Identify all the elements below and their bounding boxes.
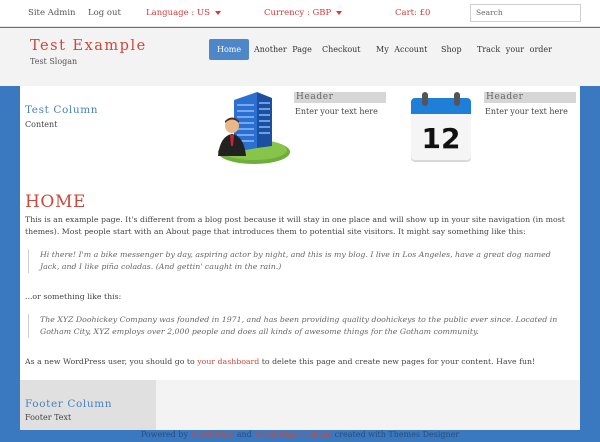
language-selector[interactable]: Language : US xyxy=(146,8,221,18)
top-bar: Site Admin Log out Language : US Currenc… xyxy=(0,0,600,27)
dashboard-link[interactable]: your dashboard xyxy=(197,357,259,366)
footer-column: Footer Column Footer Text xyxy=(20,380,156,430)
sidebar-text: Content xyxy=(25,120,58,129)
feature-1-header: Header xyxy=(294,92,386,103)
powered-by: Powered by WordPress and WordPress Theme… xyxy=(0,430,600,439)
page-outro: As a new WordPress user, you should go t… xyxy=(25,356,570,368)
search-input[interactable]: Search xyxy=(470,4,581,22)
cart-link[interactable]: Cart: £0 xyxy=(395,8,430,18)
log-out-link[interactable]: Log out xyxy=(88,8,121,18)
wordpress-themes-link[interactable]: WordPress Themes xyxy=(254,430,332,439)
nav-item-checkout[interactable]: Checkout xyxy=(322,39,361,60)
page-title: HOME xyxy=(25,192,86,212)
page-or-text: ...or something like this: xyxy=(25,292,122,301)
nav-item-home[interactable]: Home xyxy=(209,39,250,60)
sidebar-title: Test Column xyxy=(25,104,99,116)
language-label: Language : US xyxy=(146,8,210,18)
office-building-icon xyxy=(218,92,290,164)
nav-item-shop[interactable]: Shop xyxy=(441,39,462,60)
feature-2-header: Header xyxy=(484,92,576,103)
currency-selector[interactable]: Currency : GBP xyxy=(264,8,343,18)
feature-2-text: Enter your text here xyxy=(485,107,568,116)
footer-title: Footer Column xyxy=(25,398,113,410)
site-admin-link[interactable]: Site Admin xyxy=(28,8,76,18)
outro-after: to delete this page and create new pages… xyxy=(259,357,536,366)
site-title[interactable]: Test Example xyxy=(30,38,147,54)
powered-suffix: created with Themes Designer xyxy=(332,430,460,439)
site-slogan: Test Slogan xyxy=(30,57,78,66)
blockquote-2: The XYZ Doohickey Company was founded in… xyxy=(28,314,568,338)
footer-text: Footer Text xyxy=(25,413,72,422)
currency-label: Currency : GBP xyxy=(264,8,332,18)
powered-prefix: Powered by xyxy=(140,430,191,439)
nav-item-track-order[interactable]: Track your order xyxy=(477,39,552,60)
site-header: Test Example Test Slogan Home Another Pa… xyxy=(0,28,600,86)
calendar-icon: 12 xyxy=(411,92,471,162)
outro-before: As a new WordPress user, you should go t… xyxy=(25,357,198,366)
feature-1-text: Enter your text here xyxy=(295,107,378,116)
blockquote-1: Hi there! I'm a bike messenger by day, a… xyxy=(28,249,568,273)
page-intro: This is an example page. It's different … xyxy=(25,215,565,236)
calendar-day: 12 xyxy=(422,122,461,155)
chevron-down-icon xyxy=(214,10,221,15)
wordpress-link[interactable]: WordPress xyxy=(191,430,235,439)
nav-item-another-page[interactable]: Another Page xyxy=(254,39,312,60)
chevron-down-icon xyxy=(336,10,343,15)
powered-mid: and xyxy=(234,430,255,439)
footer: Footer Column Footer Text xyxy=(20,380,580,430)
content-panel: Test Column Content Header Enter your te… xyxy=(20,86,580,380)
nav-item-my-account[interactable]: My Account xyxy=(376,39,427,60)
